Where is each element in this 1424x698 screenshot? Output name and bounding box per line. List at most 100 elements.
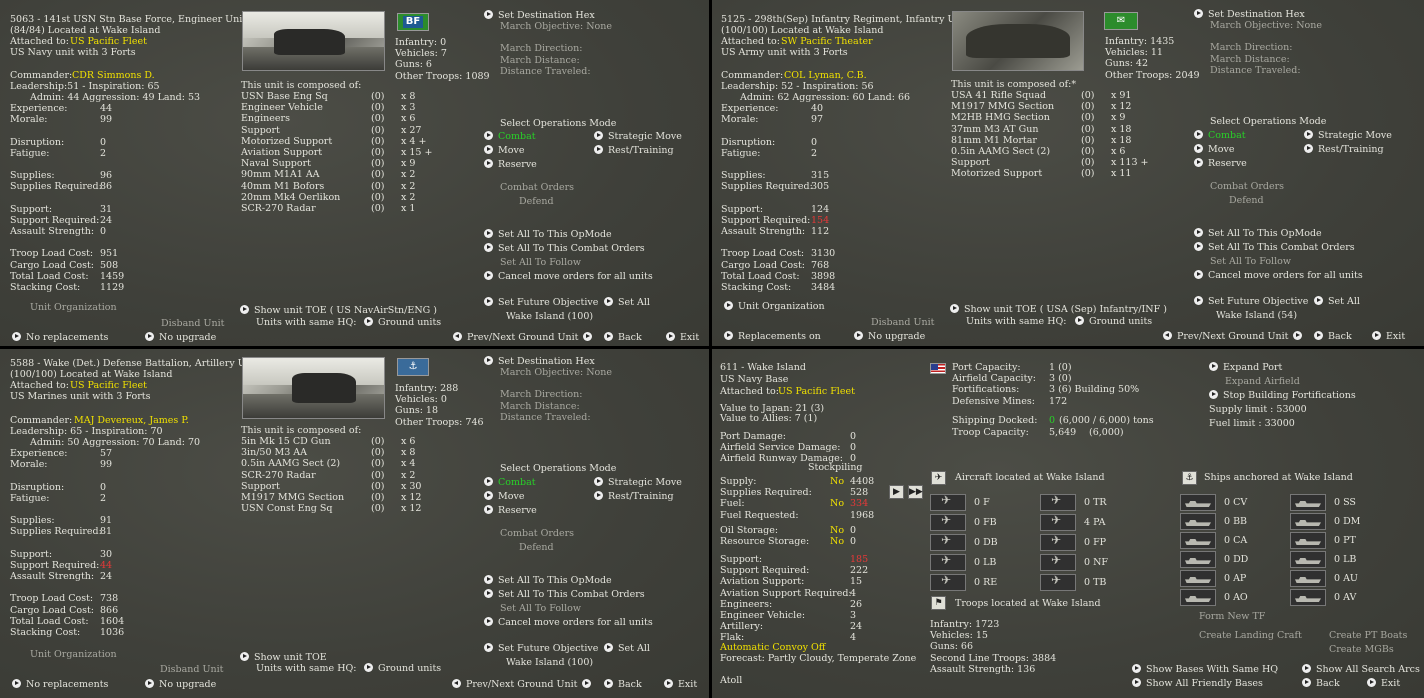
stockpile-flag[interactable]: No <box>830 476 844 487</box>
combat-order-defend[interactable]: Defend <box>1229 195 1264 206</box>
rest-training-button[interactable]: Rest/Training <box>594 145 674 156</box>
exit-button[interactable]: Exit <box>1367 678 1400 689</box>
storage-flag[interactable]: No <box>830 536 844 547</box>
expand-port-button[interactable]: Expand Port <box>1209 362 1282 373</box>
set-all-opmode-button[interactable]: Set All To This OpMode <box>484 229 612 240</box>
supply-transfer-icon[interactable]: ▶ <box>889 485 904 499</box>
combat-order-defend[interactable]: Defend <box>519 196 554 207</box>
exit-button[interactable]: Exit <box>666 332 699 343</box>
prev-next-ground-unit[interactable]: Prev/Next Ground Unit <box>452 679 596 690</box>
set-destination-button[interactable]: Set Destination Hex <box>1194 9 1305 20</box>
strategic-move-button[interactable]: Strategic Move <box>594 131 682 142</box>
ship-type-icon[interactable] <box>1180 551 1216 568</box>
rest-training-button[interactable]: Rest/Training <box>1304 144 1384 155</box>
prev-next-ground-unit[interactable]: Prev/Next Ground Unit <box>453 332 597 343</box>
set-all-opmode-button[interactable]: Set All To This OpMode <box>484 575 612 586</box>
show-bases-same-hq-button[interactable]: Show Bases With Same HQ <box>1132 664 1278 675</box>
create-pt-boats-button[interactable]: Create PT Boats <box>1329 630 1407 641</box>
move-mode-button[interactable]: Move <box>484 491 524 502</box>
storage-flag[interactable]: No <box>830 525 844 536</box>
convoy-toggle[interactable]: Automatic Convoy Off <box>720 642 826 653</box>
expand-airfield-button[interactable]: Expand Airfield <box>1225 376 1300 387</box>
anchor-icon[interactable]: ⚓ <box>1182 471 1197 485</box>
ship-type-icon[interactable] <box>1180 570 1216 587</box>
commander-name[interactable]: COL Lyman, C.B. <box>784 70 867 81</box>
strategic-move-button[interactable]: Strategic Move <box>594 477 682 488</box>
attached-hq-link[interactable]: US Pacific Fleet <box>778 386 855 397</box>
set-future-objective-button[interactable]: Set Future Objective <box>484 643 598 654</box>
combat-mode-button[interactable]: Combat <box>484 477 536 488</box>
aircraft-type-icon[interactable] <box>930 534 966 551</box>
rest-training-button[interactable]: Rest/Training <box>594 491 674 502</box>
unit-organization-button[interactable]: Unit Organization <box>30 649 117 660</box>
fuel-transfer-icon[interactable]: ▶▶ <box>908 485 923 499</box>
upgrade-toggle[interactable]: No upgrade <box>854 331 925 342</box>
disband-unit-button[interactable]: Disband Unit <box>871 317 934 328</box>
upgrade-toggle[interactable]: No upgrade <box>145 332 216 343</box>
form-new-tf-button[interactable]: Form New TF <box>1199 611 1265 622</box>
disband-unit-button[interactable]: Disband Unit <box>161 318 224 329</box>
cancel-move-orders-button[interactable]: Cancel move orders for all units <box>1194 270 1363 281</box>
ship-type-icon[interactable] <box>1290 532 1326 549</box>
ship-type-icon[interactable] <box>1290 589 1326 606</box>
cancel-move-orders-button[interactable]: Cancel move orders for all units <box>484 617 653 628</box>
unit-organization-button[interactable]: Unit Organization <box>724 301 825 312</box>
reserve-mode-button[interactable]: Reserve <box>1194 158 1247 169</box>
replacements-toggle[interactable]: Replacements on <box>724 331 821 342</box>
ground-units-button[interactable]: Ground units <box>364 663 441 674</box>
aircraft-type-icon[interactable] <box>1040 514 1076 531</box>
attached-hq-link[interactable]: US Pacific Fleet <box>70 380 147 391</box>
set-all-combat-orders-button[interactable]: Set All To This Combat Orders <box>484 243 645 254</box>
stop-fortifications-button[interactable]: Stop Building Fortifications <box>1209 390 1356 401</box>
set-future-objective-button[interactable]: Set Future Objective <box>1194 296 1308 307</box>
aircraft-type-icon[interactable] <box>1040 574 1076 591</box>
back-button[interactable]: Back <box>1314 331 1352 342</box>
combat-order-defend[interactable]: Defend <box>519 542 554 553</box>
set-all-follow-button[interactable]: Set All To Follow <box>500 603 581 614</box>
show-search-arcs-button[interactable]: Show All Search Arcs <box>1302 664 1420 675</box>
aircraft-type-icon[interactable] <box>1040 554 1076 571</box>
aircraft-type-icon[interactable] <box>930 574 966 591</box>
set-all-combat-orders-button[interactable]: Set All To This Combat Orders <box>484 589 645 600</box>
aircraft-type-icon[interactable] <box>1040 534 1076 551</box>
show-toe-button[interactable]: Show unit TOE ( US NavAirStn/ENG ) <box>240 305 437 316</box>
show-toe-button[interactable]: Show unit TOE ( USA (Sep) Infantry/INF ) <box>950 304 1167 315</box>
move-mode-button[interactable]: Move <box>484 145 524 156</box>
attached-hq-link[interactable]: SW Pacific Theater <box>781 36 873 47</box>
back-button[interactable]: Back <box>604 332 642 343</box>
ship-type-icon[interactable] <box>1180 589 1216 606</box>
create-landing-craft-button[interactable]: Create Landing Craft <box>1199 630 1302 641</box>
aircraft-type-icon[interactable] <box>930 494 966 511</box>
set-all-opmode-button[interactable]: Set All To This OpMode <box>1194 228 1322 239</box>
replacements-toggle[interactable]: No replacements <box>12 679 108 690</box>
set-destination-button[interactable]: Set Destination Hex <box>484 356 595 367</box>
aircraft-type-icon[interactable] <box>1040 494 1076 511</box>
attached-hq-link[interactable]: US Pacific Fleet <box>70 36 147 47</box>
ship-type-icon[interactable] <box>1290 551 1326 568</box>
ship-type-icon[interactable] <box>1180 513 1216 530</box>
aircraft-icon[interactable]: ✈ <box>931 471 946 485</box>
cancel-move-orders-button[interactable]: Cancel move orders for all units <box>484 271 653 282</box>
ship-type-icon[interactable] <box>1180 532 1216 549</box>
back-button[interactable]: Back <box>604 679 642 690</box>
set-all-objective-button[interactable]: Set All <box>604 643 650 654</box>
exit-button[interactable]: Exit <box>664 679 697 690</box>
show-friendly-bases-button[interactable]: Show All Friendly Bases <box>1132 678 1263 689</box>
set-all-combat-orders-button[interactable]: Set All To This Combat Orders <box>1194 242 1355 253</box>
set-destination-button[interactable]: Set Destination Hex <box>484 10 595 21</box>
disband-unit-button[interactable]: Disband Unit <box>160 664 223 675</box>
troops-flag-icon[interactable]: ⚑ <box>931 596 946 610</box>
set-all-objective-button[interactable]: Set All <box>1314 296 1360 307</box>
unit-organization-button[interactable]: Unit Organization <box>30 302 117 313</box>
ground-units-button[interactable]: Ground units <box>364 317 441 328</box>
set-all-objective-button[interactable]: Set All <box>604 297 650 308</box>
combat-mode-button[interactable]: Combat <box>484 131 536 142</box>
upgrade-toggle[interactable]: No upgrade <box>145 679 216 690</box>
ship-type-icon[interactable] <box>1290 513 1326 530</box>
aircraft-type-icon[interactable] <box>930 554 966 571</box>
set-all-follow-button[interactable]: Set All To Follow <box>1210 256 1291 267</box>
ground-units-button[interactable]: Ground units <box>1075 316 1152 327</box>
commander-name[interactable]: MAJ Devereux, James P. <box>74 415 189 426</box>
ship-type-icon[interactable] <box>1290 494 1326 511</box>
commander-name[interactable]: CDR Simmons D. <box>72 70 155 81</box>
